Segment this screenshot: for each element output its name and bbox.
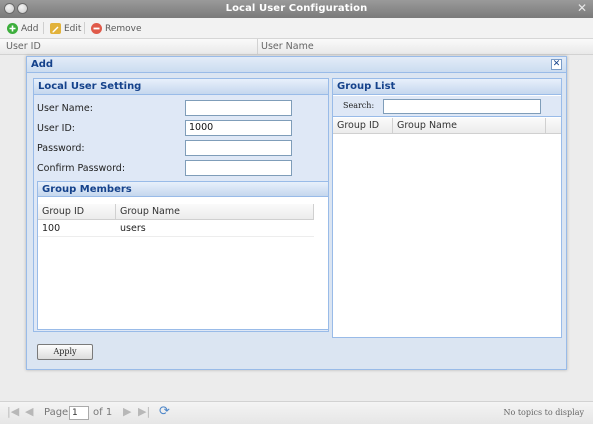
- edit-button[interactable]: Edit: [50, 21, 81, 36]
- add-user-dialog: Add ✕ Local User Setting User Name: User…: [26, 56, 567, 370]
- confirm-password-field[interactable]: [185, 160, 292, 176]
- apply-button[interactable]: Apply: [37, 344, 93, 360]
- column-divider: [392, 118, 393, 134]
- column-divider: [115, 204, 116, 220]
- user-name-label: User Name:: [37, 103, 93, 114]
- window-titlebar: Local User Configuration ✕: [0, 0, 593, 18]
- edit-icon: [50, 23, 61, 34]
- table-row[interactable]: 100 users: [38, 221, 314, 237]
- panel-header: Group Members: [38, 182, 328, 197]
- group-id-cell: 100: [42, 223, 61, 234]
- toolbar: Add Edit Remove: [0, 18, 593, 39]
- group-search-bar: Search:: [333, 96, 561, 117]
- dialog-header: Add ✕: [27, 57, 566, 73]
- dialog-title: Add: [31, 59, 54, 70]
- local-user-setting-title: Local User Setting: [38, 81, 142, 92]
- edit-button-label: Edit: [64, 23, 82, 34]
- panel-header: Local User Setting: [34, 79, 328, 95]
- column-user-name[interactable]: User Name: [261, 41, 314, 52]
- toolbar-divider: [43, 22, 44, 34]
- column-group-name[interactable]: Group Name: [397, 120, 457, 131]
- group-search-input[interactable]: [383, 99, 541, 114]
- toolbar-divider: [84, 22, 85, 34]
- group-list-column-header: Group ID Group Name: [333, 118, 561, 134]
- column-divider: [257, 39, 258, 55]
- remove-icon: [91, 23, 102, 34]
- column-divider: [545, 118, 546, 134]
- add-button-label: Add: [21, 23, 39, 34]
- group-members-title: Group Members: [42, 184, 132, 195]
- next-page-icon[interactable]: ▶: [123, 405, 131, 418]
- page-count-label: of 1: [93, 407, 113, 418]
- password-field[interactable]: [185, 140, 292, 156]
- user-grid-header: User ID User Name: [0, 39, 593, 55]
- group-members-panel: Group Members Group ID Group Name 100 us…: [37, 181, 329, 330]
- column-group-id[interactable]: Group ID: [337, 120, 379, 131]
- group-list-title: Group List: [337, 81, 396, 92]
- user-id-field[interactable]: 1000: [185, 120, 292, 136]
- column-divider: [313, 204, 314, 220]
- dialog-close-icon[interactable]: ✕: [551, 59, 562, 70]
- window-title: Local User Configuration: [225, 3, 368, 14]
- search-label: Search:: [343, 101, 375, 110]
- page-number-input[interactable]: [69, 406, 89, 420]
- first-page-icon[interactable]: |◀: [7, 405, 19, 418]
- page-label: Page: [44, 407, 69, 418]
- user-id-label: User ID:: [37, 123, 75, 134]
- column-user-id[interactable]: User ID: [6, 41, 41, 52]
- group-list-panel: Group List Search: Group ID Group Name: [332, 78, 562, 338]
- add-button[interactable]: Add: [7, 21, 38, 36]
- last-page-icon[interactable]: ▶|: [138, 405, 150, 418]
- prev-page-icon[interactable]: ◀: [25, 405, 33, 418]
- panel-header: Group List: [333, 79, 561, 95]
- password-label: Password:: [37, 143, 85, 154]
- add-icon: [7, 23, 18, 34]
- column-group-id[interactable]: Group ID: [42, 206, 84, 217]
- local-user-setting-panel: Local User Setting User Name: User ID: 1…: [33, 78, 329, 332]
- group-members-column-header: Group ID Group Name: [38, 204, 314, 220]
- remove-button-label: Remove: [105, 23, 142, 34]
- remove-button[interactable]: Remove: [91, 21, 142, 36]
- confirm-password-label: Confirm Password:: [37, 163, 126, 174]
- user-name-field[interactable]: [185, 100, 292, 116]
- column-group-name[interactable]: Group Name: [120, 206, 180, 217]
- paging-toolbar: |◀ ◀ Page of 1 ▶ ▶| ⟳ No topics to displ…: [0, 401, 593, 424]
- empty-message: No topics to display: [503, 408, 584, 417]
- window-close-icon[interactable]: ✕: [577, 1, 587, 15]
- group-name-cell: users: [120, 223, 146, 234]
- refresh-icon[interactable]: ⟳: [159, 404, 170, 419]
